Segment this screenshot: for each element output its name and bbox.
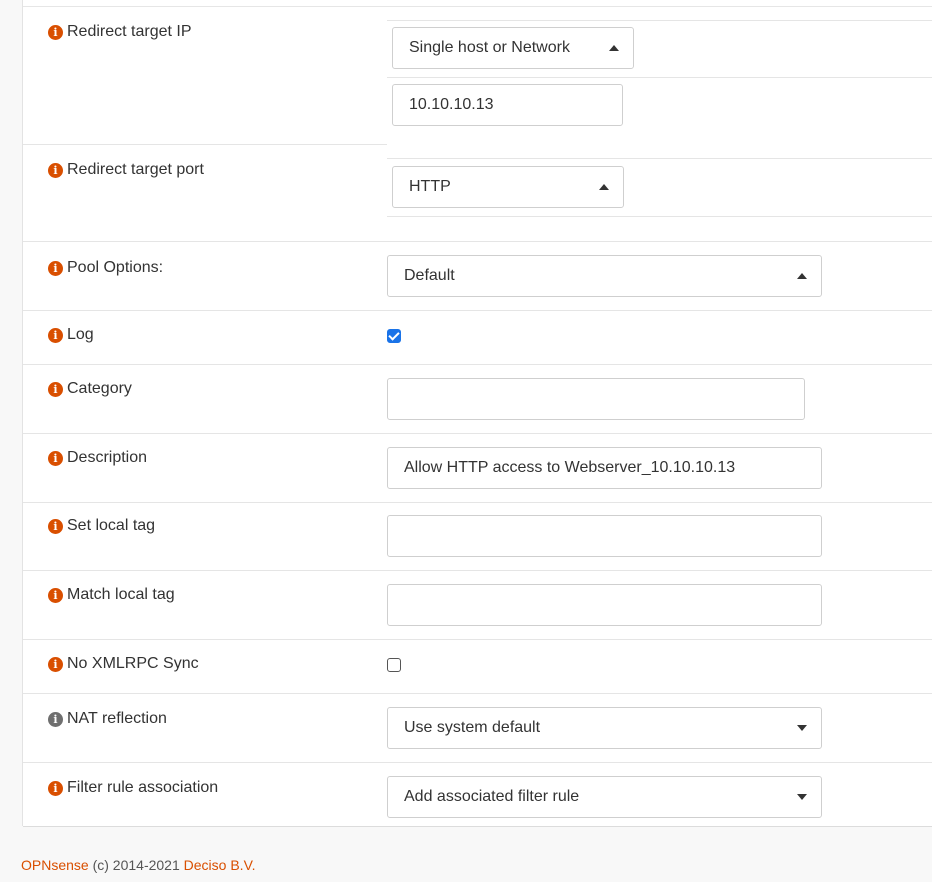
info-icon[interactable]: i [48, 162, 63, 178]
redirect-port-select[interactable]: HTTP [392, 166, 624, 208]
footer-brand-link[interactable]: OPNsense [21, 857, 89, 873]
no-xmlrpc-sync-checkbox[interactable] [387, 658, 401, 672]
info-icon[interactable]: i [48, 24, 63, 40]
caret-up-icon [599, 184, 609, 190]
row-nat-reflection: i NAT reflection Use system default [23, 694, 932, 763]
filter-rule-association-label: Filter rule association [67, 779, 219, 796]
info-icon[interactable]: i [48, 656, 63, 672]
redirect-port-value: HTTP [409, 178, 451, 195]
nat-reflection-label: NAT reflection [67, 710, 167, 727]
info-icon[interactable]: i [48, 327, 63, 343]
redirect-target-port-label: Redirect target port [67, 161, 204, 178]
no-xmlrpc-sync-label: No XMLRPC Sync [67, 655, 199, 672]
set-local-tag-label-group: i Set local tag [48, 517, 155, 535]
redirect-target-ip-label: Redirect target IP [67, 23, 192, 40]
nat-reflection-label-group: i NAT reflection [48, 710, 167, 728]
divider [387, 77, 932, 78]
form-panel: i Redirect target IP Single host or Netw… [22, 0, 932, 827]
info-icon[interactable]: i [48, 587, 63, 603]
redirect-ip-address-input[interactable] [392, 84, 623, 126]
row-category: i Category [23, 365, 932, 434]
set-local-tag-input[interactable] [387, 515, 822, 557]
category-label-group: i Category [48, 380, 132, 398]
footer-copyright: (c) 2014-2021 [92, 857, 180, 873]
info-icon[interactable]: i [48, 381, 63, 397]
row-redirect-target-ip: i Redirect target IP Single host or Netw… [23, 7, 932, 145]
description-input[interactable] [387, 447, 822, 489]
filter-rule-association-value: Add associated filter rule [404, 788, 580, 805]
caret-down-icon [797, 794, 807, 800]
category-input[interactable] [387, 378, 805, 420]
pool-options-value: Default [404, 267, 455, 284]
pool-options-select[interactable]: Default [387, 255, 822, 297]
description-label-group: i Description [48, 449, 147, 467]
row-match-local-tag: i Match local tag [23, 571, 932, 640]
redirect-ip-type-value: Single host or Network [409, 39, 570, 56]
row-log: i Log [23, 311, 932, 365]
description-label: Description [67, 449, 148, 466]
pool-options-label-group: i Pool Options: [48, 259, 163, 277]
row-filter-rule-association: i Filter rule association Add associated… [23, 763, 932, 827]
info-icon[interactable]: i [48, 711, 63, 727]
log-checkbox[interactable] [387, 329, 401, 343]
row-no-xmlrpc-sync: i No XMLRPC Sync [23, 640, 932, 694]
pool-options-label: Pool Options: [67, 259, 164, 276]
match-local-tag-input[interactable] [387, 584, 822, 626]
footer-company-link[interactable]: Deciso B.V. [184, 857, 256, 873]
redirect-target-port-box: HTTP [387, 158, 932, 217]
info-icon[interactable]: i [48, 450, 63, 466]
row-set-local-tag: i Set local tag [23, 503, 932, 571]
redirect-target-ip-box: Single host or Network [387, 20, 932, 145]
row-redirect-target-port: i Redirect target port HTTP [23, 145, 932, 242]
redirect-target-port-label-group: i Redirect target port [48, 161, 204, 179]
category-label: Category [67, 380, 132, 397]
caret-down-icon [797, 725, 807, 731]
filter-rule-association-label-group: i Filter rule association [48, 779, 218, 797]
log-label-group: i Log [48, 326, 94, 344]
nat-reflection-select[interactable]: Use system default [387, 707, 822, 749]
match-local-tag-label: Match local tag [67, 586, 175, 603]
match-local-tag-label-group: i Match local tag [48, 586, 175, 604]
info-icon[interactable]: i [48, 518, 63, 534]
footer: OPNsense (c) 2014-2021 Deciso B.V. [21, 857, 256, 873]
redirect-ip-type-select[interactable]: Single host or Network [392, 27, 634, 69]
row-pool-options: i Pool Options: Default [23, 242, 932, 311]
info-icon[interactable]: i [48, 260, 63, 276]
info-icon[interactable]: i [48, 780, 63, 796]
set-local-tag-label: Set local tag [67, 517, 156, 534]
redirect-target-ip-label-group: i Redirect target IP [48, 23, 192, 41]
caret-up-icon [797, 273, 807, 279]
caret-up-icon [609, 45, 619, 51]
nat-reflection-value: Use system default [404, 719, 541, 736]
filter-rule-association-select[interactable]: Add associated filter rule [387, 776, 822, 818]
no-xmlrpc-sync-label-group: i No XMLRPC Sync [48, 655, 199, 673]
row-description: i Description [23, 434, 932, 503]
log-label: Log [67, 326, 94, 343]
